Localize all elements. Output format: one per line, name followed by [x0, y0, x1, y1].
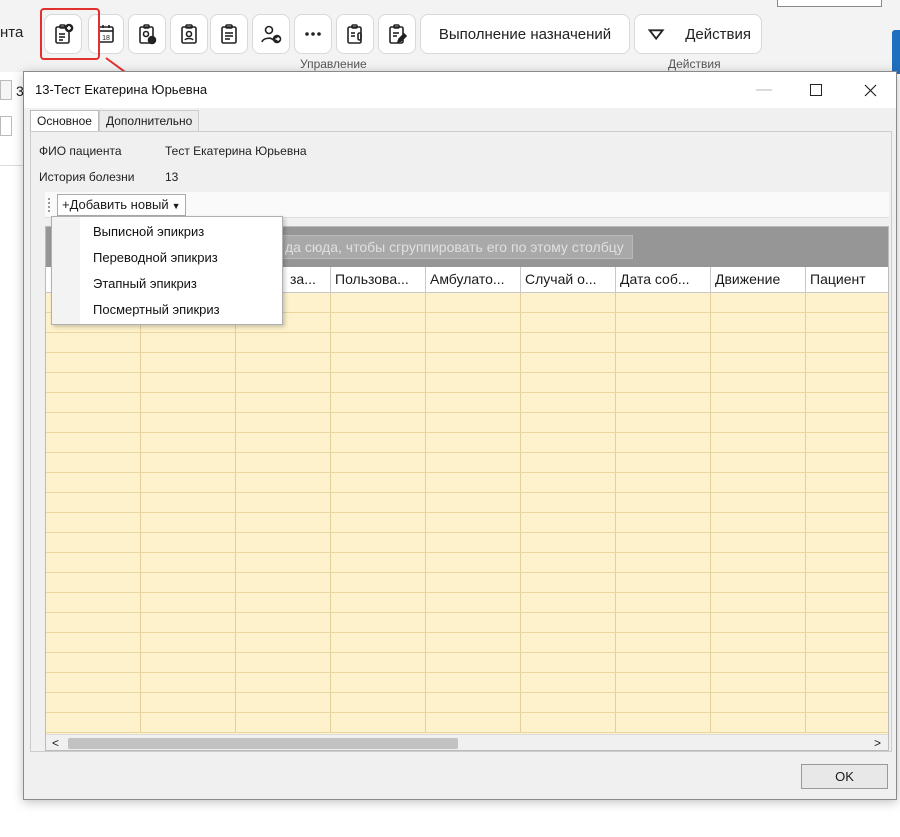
- grid-rows[interactable]: [46, 293, 888, 733]
- ok-button[interactable]: OK: [801, 764, 888, 789]
- add-new-button[interactable]: +Добавить новый ▼: [57, 194, 186, 216]
- menu-item-vypisnoy[interactable]: Выписной эпикриз: [93, 224, 204, 239]
- group-label-upravlenie: Управление: [300, 57, 367, 71]
- left-checkbox[interactable]: [0, 80, 12, 100]
- tab-osnovnoe[interactable]: Основное: [30, 110, 99, 132]
- search-box[interactable]: [777, 0, 882, 7]
- right-edge-panel: [892, 30, 900, 74]
- scroll-left-icon[interactable]: <: [52, 735, 59, 750]
- clipboard-person-icon: [181, 24, 197, 44]
- grid-toolbar: +Добавить новый ▼: [45, 192, 889, 218]
- svg-text:18: 18: [102, 35, 110, 42]
- toolbar-grip-icon: [48, 198, 51, 212]
- dialog-title: 13-Тест Екатерина Юрьевна: [35, 82, 208, 97]
- dropdown-gutter: [52, 217, 80, 324]
- clipboard-settings-button[interactable]: [128, 14, 166, 54]
- clipboard-gear-icon: [139, 24, 157, 45]
- menu-item-perevodnoy[interactable]: Переводной эпикриз: [93, 250, 218, 265]
- scroll-thumb[interactable]: [68, 738, 458, 749]
- scroll-right-icon[interactable]: >: [874, 735, 881, 750]
- divider: [0, 165, 24, 166]
- maximize-icon: [810, 84, 822, 96]
- column-header-3[interactable]: Пользова...: [331, 267, 426, 293]
- group-label-deystviya: Действия: [668, 57, 721, 71]
- maximize-button[interactable]: [802, 78, 830, 102]
- epicrisis-dialog: 13-Тест Екатерина Юрьевна — Основное Доп…: [23, 71, 897, 800]
- menu-item-posmertny[interactable]: Посмертный эпикриз: [93, 302, 220, 317]
- fio-value: Тест Екатерина Юрьевна: [165, 144, 307, 158]
- minimize-icon: —: [756, 81, 772, 98]
- tab-bar: Основное Дополнительно: [30, 110, 200, 132]
- user-forward-button[interactable]: [252, 14, 290, 54]
- column-header-7[interactable]: Движение: [711, 267, 806, 293]
- column-header-8[interactable]: Пациент: [806, 267, 888, 293]
- actions-button[interactable]: Действия: [634, 14, 762, 54]
- clipboard-thermometer-icon: [347, 24, 362, 44]
- history-value: 13: [165, 170, 179, 184]
- clipboard-thermometer-button[interactable]: [336, 14, 374, 54]
- user-arrow-icon: [261, 25, 282, 44]
- highlight-box: [40, 8, 100, 60]
- clipboard-person-button[interactable]: [170, 14, 208, 54]
- tab-dopolnitelno[interactable]: Дополнительно: [98, 110, 200, 131]
- clipboard-edit-button[interactable]: [378, 14, 416, 54]
- horizontal-scrollbar[interactable]: < >: [46, 734, 888, 750]
- close-button[interactable]: [856, 78, 884, 102]
- minimize-button[interactable]: —: [750, 78, 778, 102]
- menu-item-etapny[interactable]: Этапный эпикриз: [93, 276, 197, 291]
- actions-button-label: Действия: [685, 25, 751, 43]
- fio-label: ФИО пациента: [39, 144, 122, 158]
- clipboard-list-icon: [221, 24, 237, 44]
- dialog-titlebar[interactable]: 13-Тест Екатерина Юрьевна —: [24, 72, 896, 108]
- caret-down-icon: ▼: [171, 201, 181, 211]
- close-icon: [864, 84, 876, 96]
- ribbon-left-text: нта: [0, 24, 24, 41]
- add-new-dropdown: Выписной эпикриз Переводной эпикриз Этап…: [51, 216, 283, 325]
- history-label: История болезни: [39, 170, 135, 184]
- perform-prescriptions-button[interactable]: Выполнение назначений: [420, 14, 630, 54]
- triangle-down-icon: [647, 29, 665, 41]
- group-by-hint: да сюда, чтобы сгруппировать его по этом…: [276, 235, 633, 259]
- add-new-label: +Добавить новый: [62, 197, 169, 212]
- more-dots-icon: [305, 32, 321, 36]
- left-dropdown[interactable]: [0, 116, 12, 136]
- more-button[interactable]: [294, 14, 332, 54]
- clipboard-edit-icon: [389, 24, 408, 44]
- column-header-6[interactable]: Дата соб...: [616, 267, 711, 293]
- clipboard-list-button[interactable]: [210, 14, 248, 54]
- column-header-5[interactable]: Случай о...: [521, 267, 616, 293]
- column-header-4[interactable]: Амбулато...: [426, 267, 521, 293]
